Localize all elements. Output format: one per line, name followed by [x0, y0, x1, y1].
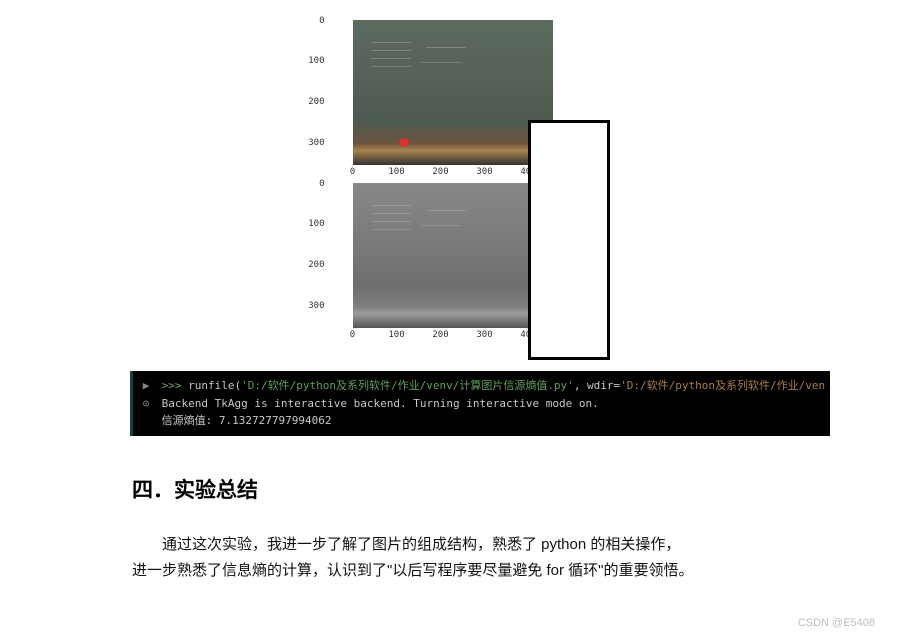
- redaction-box: [528, 120, 610, 360]
- x-axis-ticks: 0 100 200 300 400: [353, 328, 553, 342]
- y-tick-label: 200: [301, 260, 325, 270]
- x-tick-label: 300: [476, 330, 492, 340]
- plot-image-gray: [353, 183, 553, 328]
- y-tick-label: 300: [301, 301, 325, 311]
- terminal-entropy: 信源熵值: 7.132727797994062: [162, 414, 332, 427]
- terminal-line-1: ▶ >>> runfile('D:/软件/python及系列软件/作业/venv…: [137, 377, 826, 395]
- summary-line-1: 通过这次实验，我进一步了解了图片的组成结构，熟悉了 python 的相关操作，: [132, 532, 752, 558]
- terminal-prompt: >>>: [162, 379, 182, 392]
- y-tick-label: 300: [301, 138, 325, 148]
- x-tick-label: 0: [350, 167, 355, 177]
- terminal-line-3: 信源熵值: 7.132727797994062: [137, 412, 826, 430]
- terminal-output: ▶ >>> runfile('D:/软件/python及系列软件/作业/venv…: [130, 371, 830, 436]
- plots-container: 0 100 200 300 0 100 200 300 400 0 100: [60, 20, 845, 346]
- watermark: CSDN @E5408: [798, 617, 875, 629]
- y-tick-label: 0: [301, 179, 325, 189]
- x-tick-label: 100: [388, 167, 404, 177]
- x-tick-label: 200: [432, 167, 448, 177]
- terminal-line-2: ⊙ Backend TkAgg is interactive backend. …: [137, 395, 826, 413]
- x-tick-label: 300: [476, 167, 492, 177]
- x-tick-label: 0: [350, 330, 355, 340]
- y-tick-label: 200: [301, 97, 325, 107]
- y-tick-label: 0: [301, 16, 325, 26]
- section-heading: 四．实验总结: [132, 474, 845, 504]
- terminal-path: 'D:/软件/python及系列软件/作业/venv/计算图片信源熵值.py': [241, 379, 574, 392]
- plot-image-color: [353, 20, 553, 165]
- plot-top: 0 100 200 300 0 100 200 300 400: [353, 20, 553, 179]
- x-axis-ticks: 0 100 200 300 400: [353, 165, 553, 179]
- plot-bottom: 0 100 200 300 0 100 200 300 400: [353, 183, 553, 342]
- x-tick-label: 100: [388, 330, 404, 340]
- terminal-backend: Backend TkAgg is interactive backend. Tu…: [162, 397, 599, 410]
- y-tick-label: 100: [301, 219, 325, 229]
- terminal-wdir-kw: , wdir=: [574, 379, 620, 392]
- x-tick-label: 200: [432, 330, 448, 340]
- terminal-wdir-val: 'D:/软件/python及系列软件/作业/venv': [620, 379, 826, 392]
- terminal-fn: runfile(: [188, 379, 241, 392]
- summary-line-2: 进一步熟悉了信息熵的计算，认识到了"以后写程序要尽量避免 for 循环"的重要领…: [132, 558, 752, 584]
- y-tick-label: 100: [301, 56, 325, 66]
